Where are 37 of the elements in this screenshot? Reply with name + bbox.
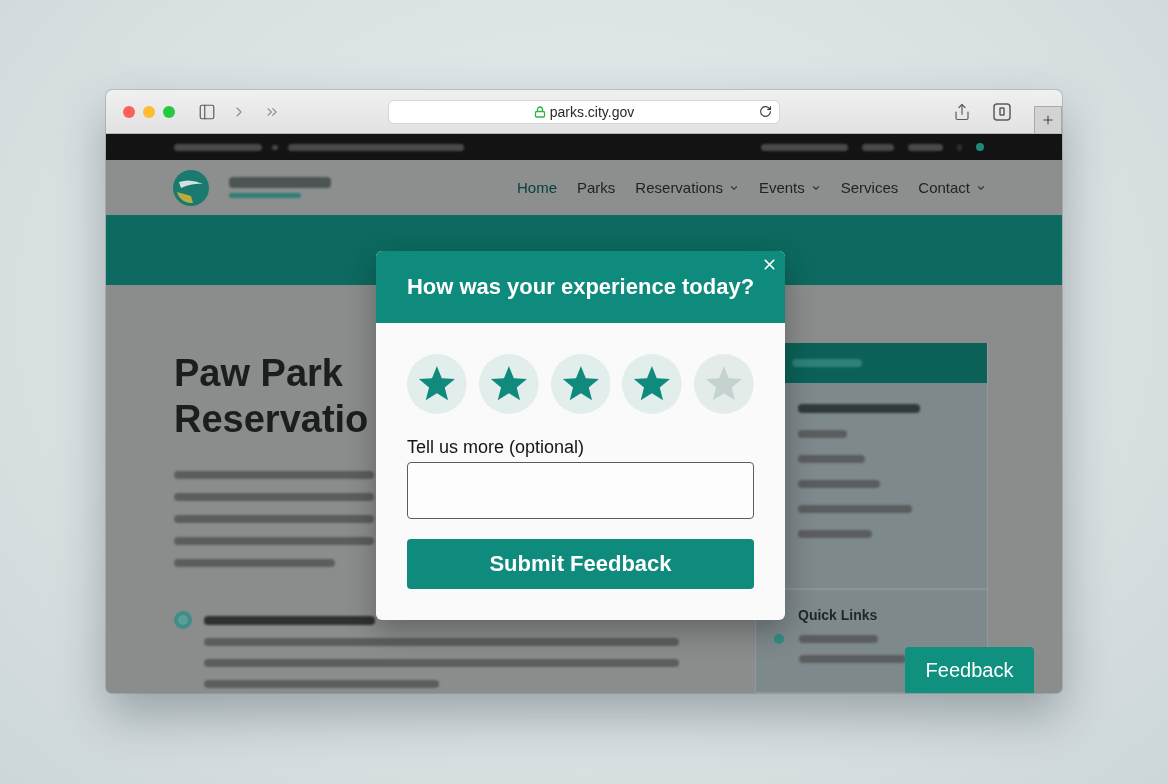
blurred-text-line xyxy=(229,193,301,198)
blurred-text-line xyxy=(272,144,278,150)
nav-link[interactable]: Reservations xyxy=(635,179,739,196)
page-heading: Paw Park Reservatio xyxy=(174,351,370,442)
blurred-text-line xyxy=(798,430,847,438)
window-close-icon[interactable] xyxy=(123,105,135,118)
blurred-text-line xyxy=(798,455,865,463)
nav-link[interactable]: Events xyxy=(758,179,821,196)
circle-icon xyxy=(174,611,192,629)
feedback-tab-button[interactable]: Feedback xyxy=(905,647,1034,693)
comment-field[interactable] xyxy=(407,462,754,519)
nav-link[interactable]: Parks xyxy=(577,179,616,196)
new-tab-button[interactable] xyxy=(1034,106,1062,133)
dialog-title: How was your experience today? xyxy=(406,274,755,300)
blurred-text-line xyxy=(862,143,894,151)
url-text: parks.city.gov xyxy=(549,103,635,120)
submit-button[interactable]: Submit Feedback xyxy=(407,539,754,589)
reload-icon[interactable] xyxy=(759,105,772,118)
nav-link[interactable]: Home xyxy=(517,179,557,196)
nav-link[interactable]: Contact xyxy=(918,179,986,196)
bullet-icon xyxy=(774,634,784,644)
blurred-text-line xyxy=(957,143,962,151)
address-bar[interactable]: parks.city.gov xyxy=(388,99,780,124)
nav-link[interactable]: Services xyxy=(840,179,899,196)
field-label: Tell us more (optional) xyxy=(407,436,586,458)
sidebar-section-title: Quick Links xyxy=(798,607,879,623)
share-icon[interactable] xyxy=(953,102,971,121)
blurred-text-line xyxy=(792,359,862,367)
plus-icon xyxy=(1041,113,1055,127)
status-dot-icon xyxy=(976,143,984,151)
blurred-text-line xyxy=(908,143,943,151)
lock-icon xyxy=(533,105,546,118)
sidebar-icon[interactable] xyxy=(198,102,216,121)
close-icon[interactable] xyxy=(761,256,778,273)
window-icon[interactable] xyxy=(993,102,1011,121)
star-rating[interactable] xyxy=(407,354,754,414)
emblem-icon xyxy=(173,169,209,206)
